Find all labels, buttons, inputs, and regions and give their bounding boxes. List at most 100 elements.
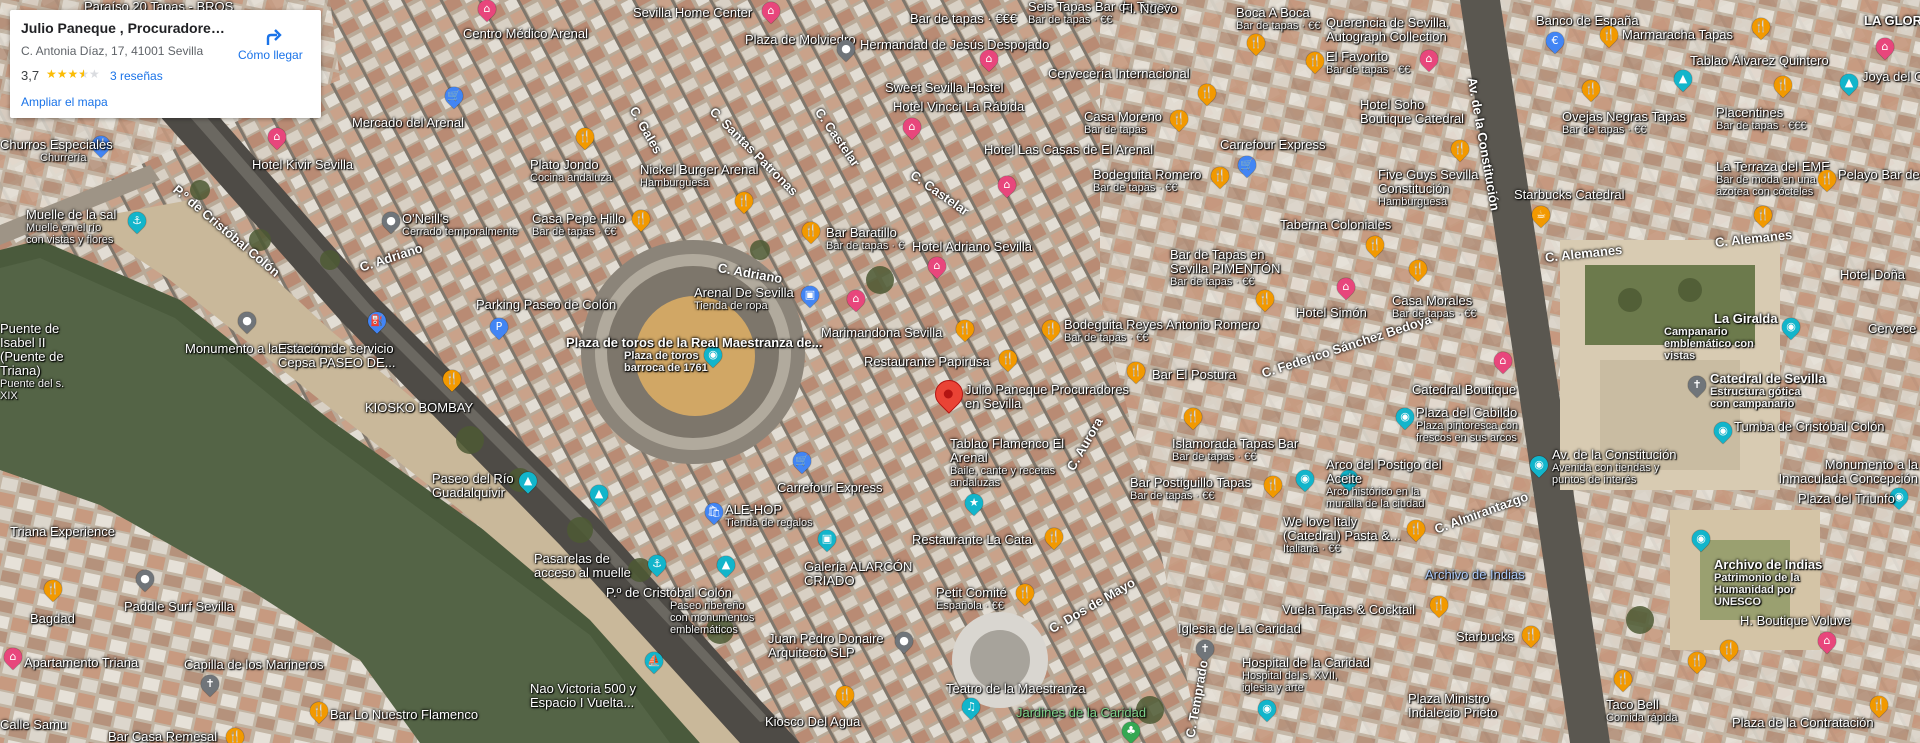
- tourism-pin-icon[interactable]: ▣: [814, 526, 840, 552]
- poi-label[interactable]: Hotel Vincci La Rábida: [893, 100, 1024, 114]
- poi-label[interactable]: Tablao Flamenco El Arenal Baile, cante y …: [950, 437, 1070, 490]
- tourism-pin-icon[interactable]: ▲: [1836, 70, 1862, 96]
- hotel-pin-icon[interactable]: ⌂: [0, 644, 26, 670]
- food-pin-icon[interactable]: 🍴: [1012, 580, 1038, 606]
- poi-label[interactable]: Catedral de Sevilla Estructura gótica con…: [1710, 372, 1826, 411]
- gas-station-pin-icon[interactable]: ⛽: [364, 308, 390, 334]
- tourism-pin-icon[interactable]: ◉: [1392, 404, 1418, 430]
- poi-label[interactable]: Pasarelas de acceso al muelle: [534, 552, 644, 580]
- poi-label[interactable]: Placentines Bar de tapas · €€€: [1716, 106, 1807, 133]
- place-pin-icon[interactable]: ●: [891, 628, 917, 654]
- food-pin-icon[interactable]: 🍴: [1123, 358, 1149, 384]
- poi-label[interactable]: Bodeguita Romero Bar de tapas · €€: [1093, 168, 1201, 195]
- poi-label[interactable]: Nao Victoria 500 y Espacio I Vuelta...: [530, 682, 680, 710]
- poi-label[interactable]: Plaza del Triunfo: [1798, 492, 1895, 506]
- shop-pin-icon[interactable]: ▣: [797, 282, 823, 308]
- tourism-pin-icon[interactable]: ▲: [586, 481, 612, 507]
- poi-label[interactable]: Estación de servicio Cepsa PASEO DE...: [278, 342, 408, 370]
- poi-label[interactable]: Restaurante Papirusa: [864, 355, 990, 369]
- poi-label[interactable]: Bar Lo Nuestro Flamenco: [330, 708, 478, 722]
- food-pin-icon[interactable]: 🍴: [1166, 106, 1192, 132]
- food-pin-icon[interactable]: 🍴: [832, 682, 858, 708]
- food-pin-icon[interactable]: 🍴: [1716, 636, 1742, 662]
- poi-label[interactable]: Parking Paseo de Colón: [476, 298, 616, 312]
- poi-label[interactable]: Hotel Soho Boutique Catedral: [1360, 98, 1470, 126]
- poi-label[interactable]: O'Neill's Cerrado temporalmente: [402, 212, 518, 239]
- place-pin-icon[interactable]: ●: [378, 208, 404, 234]
- place-title[interactable]: Julio Paneque , Procuradores ...: [21, 20, 231, 36]
- poi-label[interactable]: Starbucks Catedral: [1514, 188, 1625, 202]
- poi-label[interactable]: Plaza Ministro Indalecio Prieto: [1408, 692, 1518, 720]
- place-pin-icon[interactable]: ●: [132, 566, 158, 592]
- poi-label[interactable]: Centro Médico Arenal: [463, 27, 588, 41]
- poi-label[interactable]: Marmaracha Tapas: [1622, 28, 1733, 42]
- food-pin-icon[interactable]: 🍴: [222, 724, 248, 743]
- poi-label[interactable]: ALE-HOP Tienda de regalos: [725, 503, 813, 530]
- poi-label[interactable]: Plato Jondo Cocina andaluza: [530, 158, 612, 185]
- poi-label[interactable]: Nickel Burger Arenal Hamburguesa: [640, 163, 759, 190]
- tourism-pin-icon[interactable]: ⚓: [124, 208, 150, 234]
- parking-pin-icon[interactable]: P: [486, 314, 512, 340]
- poi-label[interactable]: Hotel Simón: [1296, 306, 1367, 320]
- tourism-pin-icon[interactable]: ⛵: [641, 648, 667, 674]
- food-pin-icon[interactable]: 🍴: [1814, 166, 1840, 192]
- food-pin-icon[interactable]: 🍴: [1194, 80, 1220, 106]
- poi-label[interactable]: Av. de la Constitución Avenida con tienda…: [1552, 448, 1677, 487]
- poi-label[interactable]: Bagdad: [30, 612, 75, 626]
- hotel-pin-icon[interactable]: ⌂: [1814, 628, 1840, 654]
- food-pin-icon[interactable]: 🍴: [40, 576, 66, 602]
- poi-label[interactable]: Taberna Coloniales: [1280, 218, 1391, 232]
- food-pin-icon[interactable]: 🍴: [1426, 592, 1452, 618]
- poi-label[interactable]: Querencia de Sevilla, Autograph Collecti…: [1326, 16, 1476, 44]
- poi-label[interactable]: Bar Postiguillo Tapas Bar de tapas · €€: [1130, 476, 1251, 503]
- food-pin-icon[interactable]: 🍴: [1405, 256, 1431, 282]
- poi-label[interactable]: Plaza de la Contratación: [1732, 716, 1874, 730]
- tourism-pin-icon[interactable]: ◉: [1778, 314, 1804, 340]
- poi-label[interactable]: Tablao Álvarez Quintero: [1690, 54, 1829, 68]
- food-pin-icon[interactable]: 🍴: [1578, 76, 1604, 102]
- food-pin-icon[interactable]: 🍴: [952, 316, 978, 342]
- food-pin-icon[interactable]: 🍴: [439, 366, 465, 392]
- poi-label[interactable]: Casa Pepe Hillo Bar de tapas · €€: [532, 212, 625, 239]
- poi-label[interactable]: Starbucks: [1456, 630, 1514, 644]
- poi-label[interactable]: Hotel Adriano Sevilla: [912, 240, 1032, 254]
- poi-label[interactable]: Catedral Boutique: [1412, 383, 1516, 397]
- poi-label[interactable]: Carrefour Express: [777, 481, 882, 495]
- poi-label[interactable]: Capilla de los Marineros: [184, 658, 323, 672]
- poi-label[interactable]: Boca A Boca Bar de tapas · €€: [1236, 6, 1320, 33]
- food-pin-icon[interactable]: 🍴: [1770, 72, 1796, 98]
- hotel-pin-icon[interactable]: ⌂: [264, 124, 290, 150]
- poi-label[interactable]: Hospital de la Caridad Hospital del s. XV…: [1242, 656, 1372, 695]
- food-pin-icon[interactable]: 🍴: [731, 188, 757, 214]
- food-pin-icon[interactable]: 🍴: [1260, 472, 1286, 498]
- directions-link[interactable]: Cómo llegar: [238, 48, 303, 62]
- poi-label[interactable]: Ovejas Negras Tapas Bar de tapas · €€: [1562, 110, 1686, 137]
- poi-label[interactable]: Carrefour Express: [1220, 138, 1325, 152]
- food-pin-icon[interactable]: 🍴: [1362, 232, 1388, 258]
- tourism-pin-icon[interactable]: ◉: [1254, 696, 1280, 722]
- food-pin-icon[interactable]: 🍴: [1180, 404, 1206, 430]
- shop-pin-icon[interactable]: 🛒: [789, 448, 815, 474]
- shop-pin-icon[interactable]: 🛍: [701, 499, 727, 525]
- food-pin-icon[interactable]: 🍴: [1518, 622, 1544, 648]
- poi-label[interactable]: Vuela Tapas & Cocktail: [1282, 603, 1415, 617]
- enlarge-map-link[interactable]: Ampliar el mapa: [21, 95, 108, 109]
- poi-label[interactable]: Islamorada Tapas Bar Bar de tapas · €€: [1172, 437, 1298, 464]
- selected-place-label[interactable]: Julio Paneque Procuradores en Sevilla: [965, 383, 1130, 411]
- poi-label[interactable]: Sweet Sevilla Hostel: [885, 81, 1004, 95]
- food-pin-icon[interactable]: 🍴: [1596, 22, 1622, 48]
- reviews-link[interactable]: 3 reseñas: [110, 69, 163, 83]
- poi-label[interactable]: Archivo de Indias: [1425, 568, 1525, 582]
- poi-label[interactable]: Paddle Surf Sevilla: [124, 600, 234, 614]
- poi-label[interactable]: Banco de España: [1536, 14, 1639, 28]
- shop-pin-icon[interactable]: 🛒: [1234, 152, 1260, 178]
- poi-label[interactable]: Casa Morales Bar de tapas · €€: [1392, 294, 1476, 321]
- hotel-pin-icon[interactable]: ⌂: [976, 46, 1002, 72]
- poi-label[interactable]: Sevilla Home Center: [633, 6, 752, 20]
- food-pin-icon[interactable]: 🍴: [1748, 14, 1774, 40]
- poi-label[interactable]: Plaza de toros de la Real Maestranza de.…: [566, 336, 822, 375]
- poi-label[interactable]: Churros Especiales Churrería: [0, 138, 113, 165]
- tourism-pin-icon[interactable]: ◉: [1688, 526, 1714, 552]
- food-pin-icon[interactable]: ☕: [1528, 202, 1554, 228]
- poi-label[interactable]: Bar El Postura: [1152, 368, 1236, 382]
